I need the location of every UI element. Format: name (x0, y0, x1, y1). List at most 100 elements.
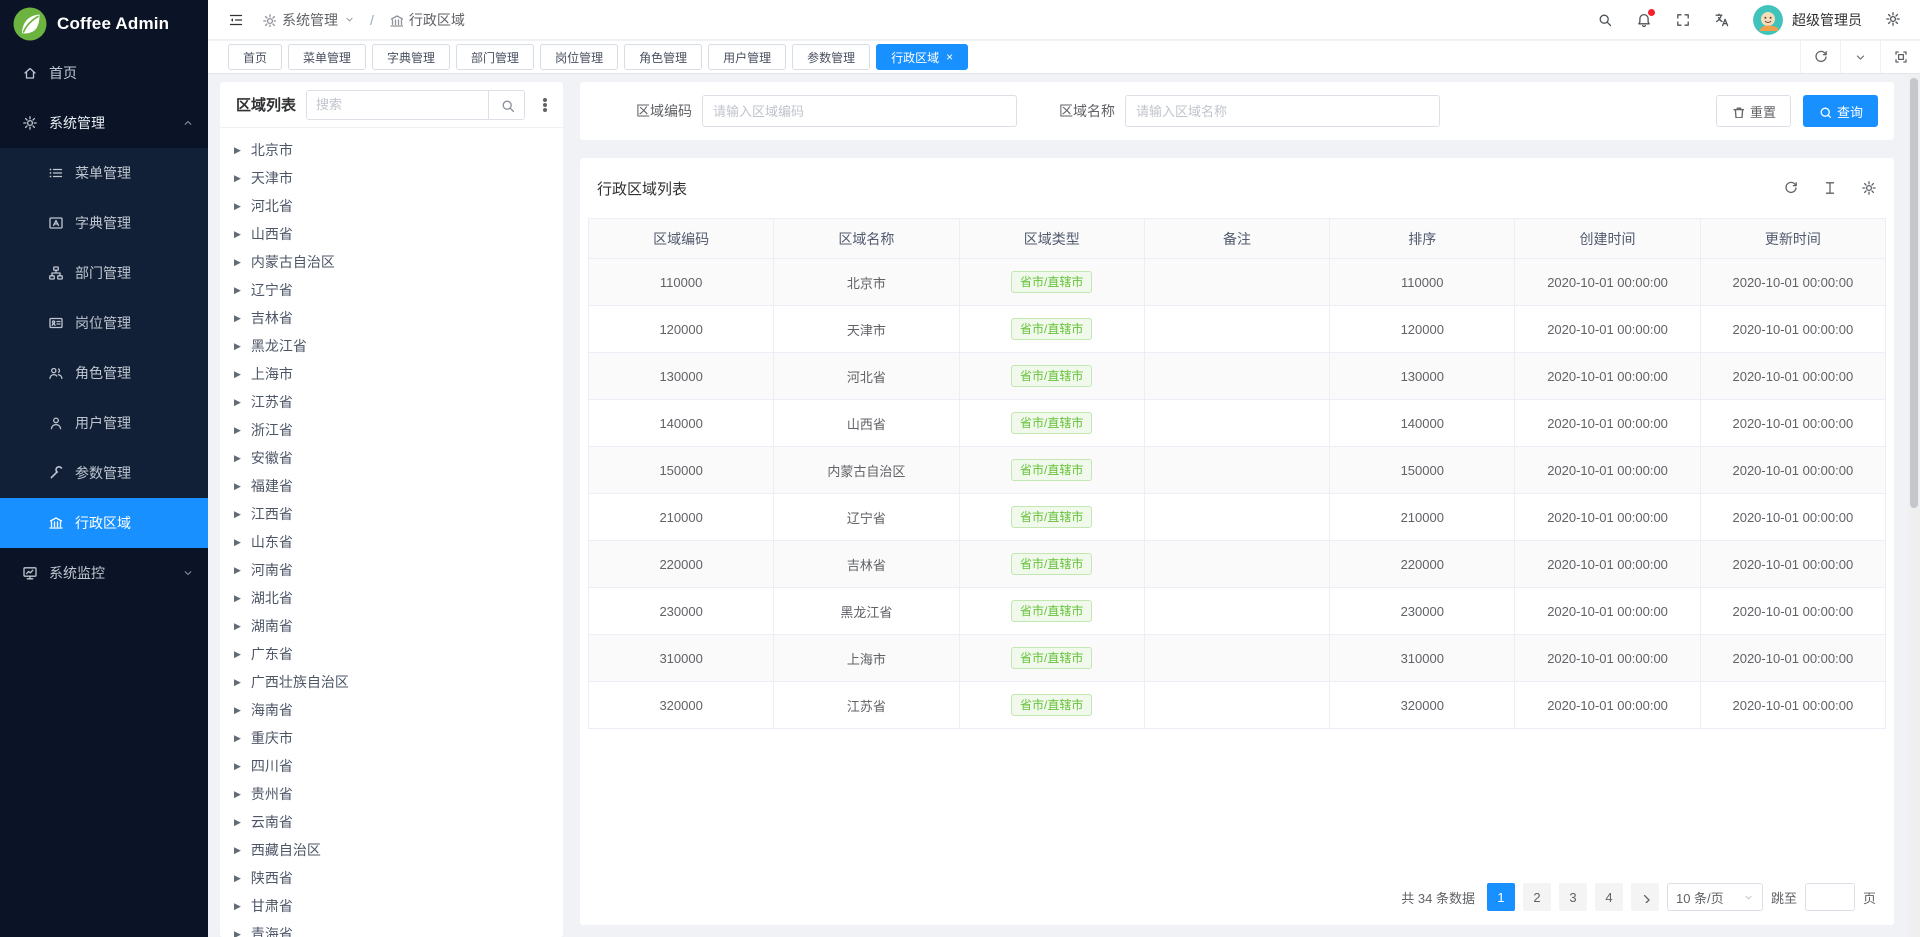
breadcrumb-section[interactable]: 系统管理 (262, 10, 355, 30)
user-menu[interactable]: 超级管理员 (1753, 5, 1862, 35)
caret-right-icon[interactable]: ▶ (234, 342, 241, 351)
tree-item[interactable]: ▶ 安徽省 (220, 444, 563, 472)
tab[interactable]: 菜单管理 × (288, 44, 366, 70)
tab[interactable]: 角色管理 × (624, 44, 702, 70)
caret-right-icon[interactable]: ▶ (234, 286, 241, 295)
tree-item[interactable]: ▶ 河北省 (220, 192, 563, 220)
collapse-sidebar-icon[interactable] (228, 12, 244, 28)
caret-right-icon[interactable]: ▶ (234, 314, 241, 323)
tab[interactable]: 部门管理 × (456, 44, 534, 70)
region-code-input[interactable] (702, 95, 1017, 127)
caret-right-icon[interactable]: ▶ (234, 706, 241, 715)
caret-right-icon[interactable]: ▶ (234, 398, 241, 407)
tree-item[interactable]: ▶ 山东省 (220, 528, 563, 556)
sidebar-item-menu-mgmt[interactable]: 菜单管理 (0, 148, 208, 198)
tree-item[interactable]: ▶ 浙江省 (220, 416, 563, 444)
sidebar-item-home[interactable]: 首页 (0, 48, 208, 98)
tab[interactable]: 岗位管理 × (540, 44, 618, 70)
page-button[interactable]: 2 (1523, 883, 1551, 911)
refresh-tab-button[interactable] (1800, 41, 1840, 73)
refresh-icon[interactable] (1783, 180, 1799, 196)
tree-item[interactable]: ▶ 上海市 (220, 360, 563, 388)
tab[interactable]: 行政区域 × (876, 44, 968, 70)
region-name-input[interactable] (1125, 95, 1440, 127)
tree-item[interactable]: ▶ 西藏自治区 (220, 836, 563, 864)
tree-item[interactable]: ▶ 广西壮族自治区 (220, 668, 563, 696)
notifications-button[interactable] (1636, 12, 1652, 28)
tree-item[interactable]: ▶ 海南省 (220, 696, 563, 724)
sidebar-item-admin-region[interactable]: 行政区域 (0, 498, 208, 548)
tree-item[interactable]: ▶ 贵州省 (220, 780, 563, 808)
tab[interactable]: 首页 × (228, 44, 282, 70)
tree-item[interactable]: ▶ 江苏省 (220, 388, 563, 416)
sidebar-item-system-monitor[interactable]: 系统监控 (0, 548, 208, 598)
region-search-input[interactable] (307, 91, 488, 119)
caret-right-icon[interactable]: ▶ (234, 510, 241, 519)
tree-item[interactable]: ▶ 湖南省 (220, 612, 563, 640)
page-size-select[interactable]: 10 条/页 (1667, 883, 1763, 911)
caret-right-icon[interactable]: ▶ (234, 174, 241, 183)
tree-item[interactable]: ▶ 重庆市 (220, 724, 563, 752)
caret-right-icon[interactable]: ▶ (234, 426, 241, 435)
tree-item[interactable]: ▶ 甘肃省 (220, 892, 563, 920)
sidebar-item-param-mgmt[interactable]: 参数管理 (0, 448, 208, 498)
caret-right-icon[interactable]: ▶ (234, 202, 241, 211)
reset-button[interactable]: 重置 (1716, 95, 1791, 127)
caret-right-icon[interactable]: ▶ (234, 370, 241, 379)
caret-right-icon[interactable]: ▶ (234, 594, 241, 603)
caret-right-icon[interactable]: ▶ (234, 622, 241, 631)
caret-right-icon[interactable]: ▶ (234, 734, 241, 743)
maximize-content-button[interactable] (1880, 41, 1920, 73)
tree-item[interactable]: ▶ 河南省 (220, 556, 563, 584)
caret-right-icon[interactable]: ▶ (234, 566, 241, 575)
search-icon[interactable] (1597, 12, 1613, 28)
tab-options-button[interactable] (1840, 41, 1880, 73)
fullscreen-icon[interactable] (1675, 12, 1691, 28)
sidebar-item-user-mgmt[interactable]: 用户管理 (0, 398, 208, 448)
tab[interactable]: 参数管理 × (792, 44, 870, 70)
caret-right-icon[interactable]: ▶ (234, 930, 241, 937)
caret-right-icon[interactable]: ▶ (234, 650, 241, 659)
caret-right-icon[interactable]: ▶ (234, 230, 241, 239)
tab[interactable]: 字典管理 × (372, 44, 450, 70)
caret-right-icon[interactable]: ▶ (234, 678, 241, 687)
caret-right-icon[interactable]: ▶ (234, 874, 241, 883)
caret-right-icon[interactable]: ▶ (234, 454, 241, 463)
tree-item[interactable]: ▶ 吉林省 (220, 304, 563, 332)
more-options-icon[interactable] (543, 103, 547, 107)
caret-right-icon[interactable]: ▶ (234, 538, 241, 547)
row-height-icon[interactable] (1822, 180, 1838, 196)
sidebar-item-system-mgmt[interactable]: 系统管理 (0, 98, 208, 148)
scrollbar-thumb[interactable] (1910, 78, 1918, 508)
tree-item[interactable]: ▶ 北京市 (220, 136, 563, 164)
tree-item[interactable]: ▶ 福建省 (220, 472, 563, 500)
caret-right-icon[interactable]: ▶ (234, 482, 241, 491)
sidebar-item-dict-mgmt[interactable]: 字典管理 (0, 198, 208, 248)
translate-icon[interactable] (1714, 12, 1730, 28)
tree-item[interactable]: ▶ 山西省 (220, 220, 563, 248)
tree-item[interactable]: ▶ 黑龙江省 (220, 332, 563, 360)
page-button[interactable]: 3 (1559, 883, 1587, 911)
tree-item[interactable]: ▶ 江西省 (220, 500, 563, 528)
caret-right-icon[interactable]: ▶ (234, 818, 241, 827)
tree-item[interactable]: ▶ 辽宁省 (220, 276, 563, 304)
search-button[interactable]: 查询 (1803, 95, 1878, 127)
caret-right-icon[interactable]: ▶ (234, 846, 241, 855)
tree-item[interactable]: ▶ 广东省 (220, 640, 563, 668)
tree-item[interactable]: ▶ 四川省 (220, 752, 563, 780)
close-icon[interactable]: × (946, 51, 953, 63)
caret-right-icon[interactable]: ▶ (234, 146, 241, 155)
tab[interactable]: 用户管理 × (708, 44, 786, 70)
sidebar-item-dept-mgmt[interactable]: 部门管理 (0, 248, 208, 298)
region-search-button[interactable] (488, 91, 524, 119)
tree-item[interactable]: ▶ 湖北省 (220, 584, 563, 612)
sidebar-item-role-mgmt[interactable]: 角色管理 (0, 348, 208, 398)
next-page-button[interactable] (1631, 883, 1659, 911)
caret-right-icon[interactable]: ▶ (234, 258, 241, 267)
caret-right-icon[interactable]: ▶ (234, 902, 241, 911)
tree-item[interactable]: ▶ 云南省 (220, 808, 563, 836)
column-settings-gear-icon[interactable] (1861, 180, 1877, 196)
sidebar-item-post-mgmt[interactable]: 岗位管理 (0, 298, 208, 348)
tree-item[interactable]: ▶ 内蒙古自治区 (220, 248, 563, 276)
caret-right-icon[interactable]: ▶ (234, 762, 241, 771)
